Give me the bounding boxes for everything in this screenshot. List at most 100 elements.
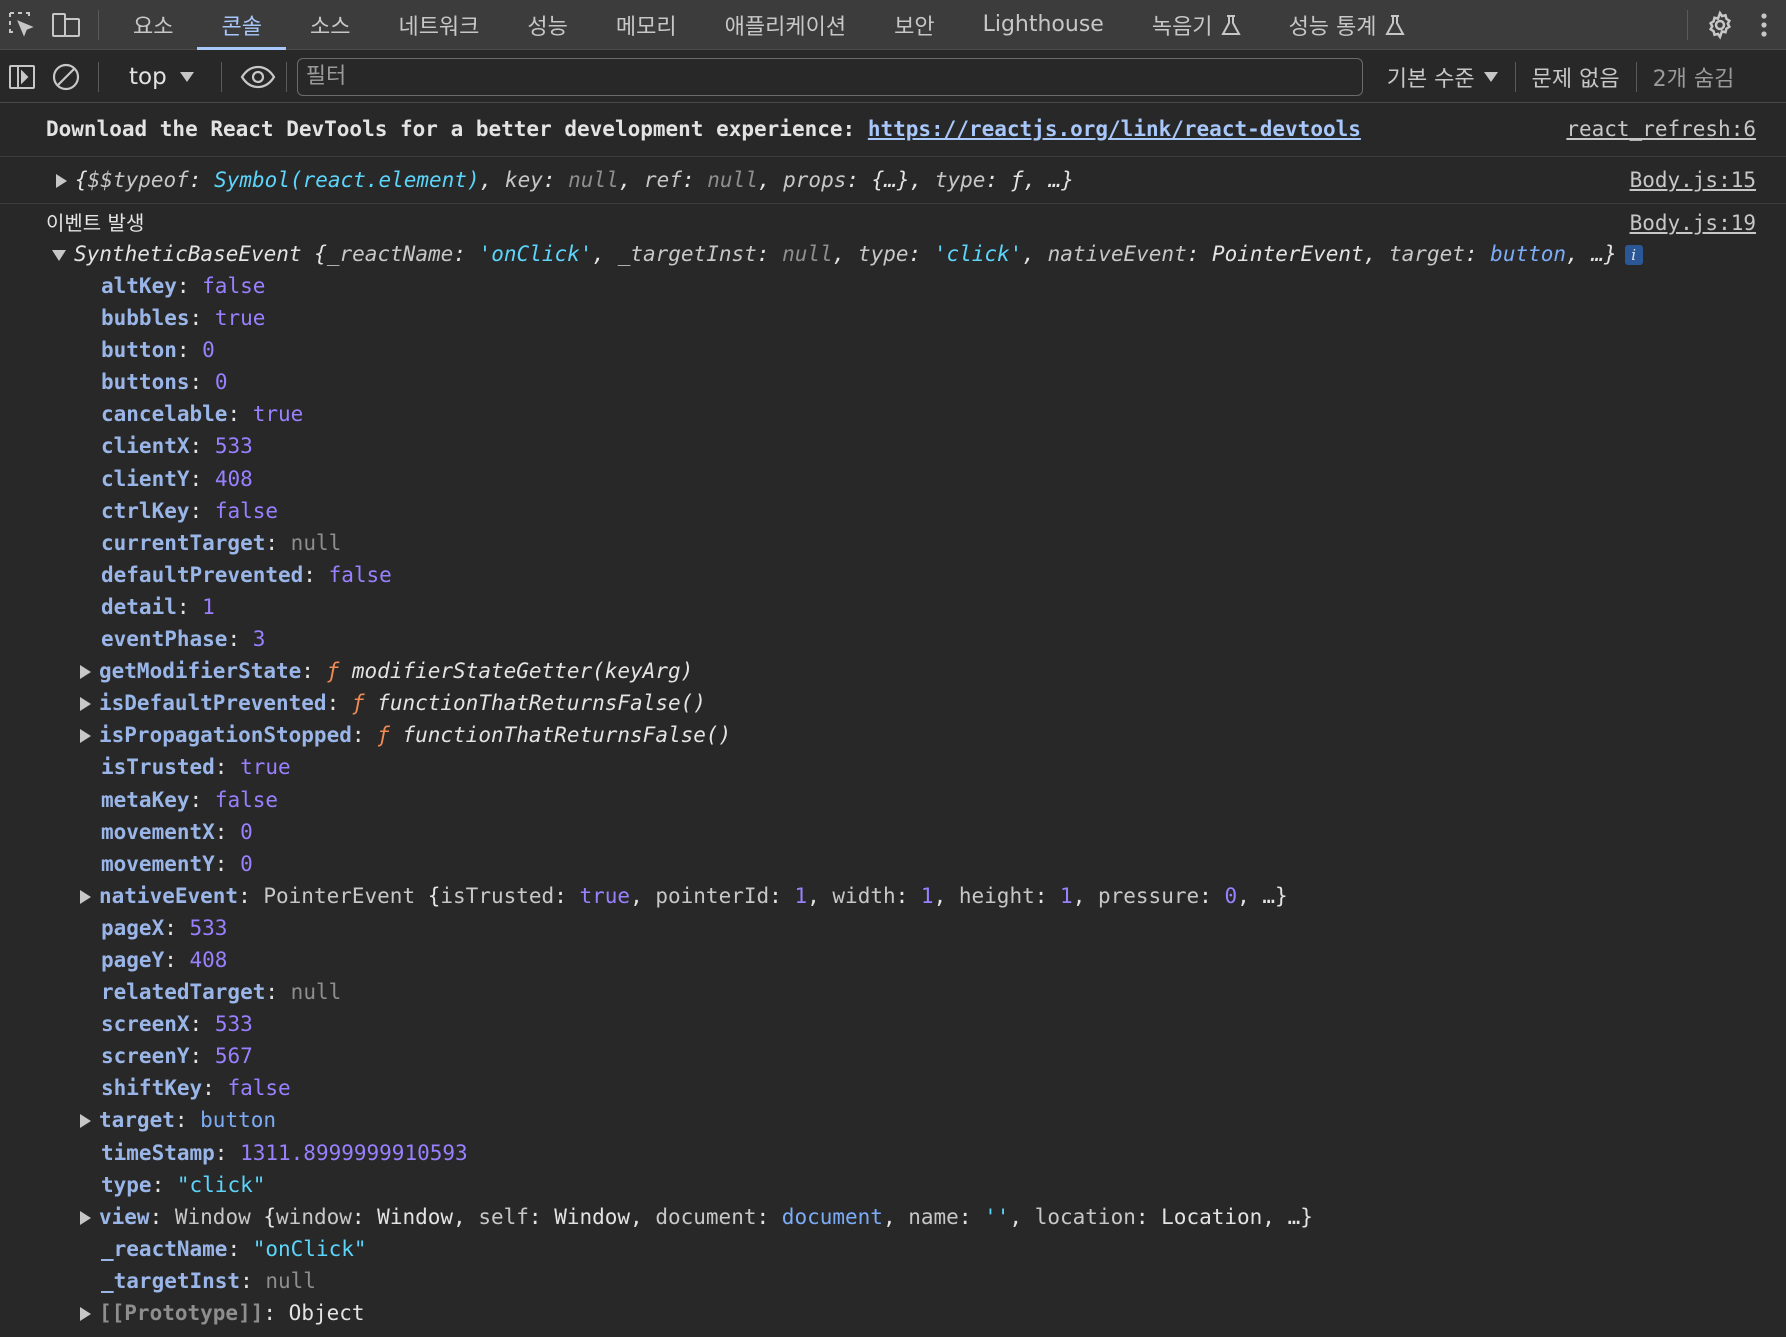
tab-1[interactable]: 콘솔	[197, 0, 287, 50]
function-glyph: ƒ	[351, 691, 378, 716]
property-value: functionThatReturnsFalse()	[402, 723, 732, 748]
property-key: nativeEvent	[99, 883, 239, 908]
tab-list: 요소 콘솔 소스 네트워크 성능 메모리 애플리케이션 보안 Lighthouse 녹음기 성능 통…	[109, 0, 1429, 50]
property-key: bubbles	[101, 306, 190, 331]
event-property-row[interactable]: view: Window {window: Window, self: Wind…	[0, 1201, 1786, 1233]
event-property-row: timeStamp: 1311.8999999910593	[101, 1140, 468, 1165]
tab-2[interactable]: 소스	[286, 0, 374, 50]
event-property-row: type: "click"	[101, 1172, 266, 1197]
tab-6[interactable]: 애플리케이션	[701, 0, 870, 50]
property-key: screenY	[101, 1044, 190, 1069]
property-value: PointerEvent	[263, 883, 416, 908]
property-key: _reactName	[101, 1236, 228, 1261]
tab-7[interactable]: 보안	[870, 0, 958, 50]
expand-arrow-icon[interactable]	[80, 889, 91, 904]
react-element-preview[interactable]: {$$typeof: Symbol(react.element), key: n…	[75, 168, 1074, 192]
event-property-row: button: 0	[101, 338, 215, 363]
event-property-row: movementX: 0	[101, 819, 253, 844]
tab-5[interactable]: 메모리	[592, 0, 701, 50]
property-key: type	[101, 1172, 152, 1197]
property-value: "onClick"	[252, 1236, 367, 1261]
tab-3[interactable]: 네트워크	[374, 0, 503, 50]
collapse-arrow-icon[interactable]	[52, 249, 66, 261]
toolbar-divider	[98, 61, 99, 92]
property-value: 0	[214, 370, 228, 395]
message-source-link[interactable]: react_refresh:6	[1566, 114, 1756, 144]
log-levels-label: 기본 수준	[1386, 66, 1475, 92]
tab-0[interactable]: 요소	[109, 0, 197, 50]
expand-arrow-icon[interactable]	[80, 1307, 91, 1321]
event-property-row[interactable]: isPropagationStopped: ƒ functionThatRetu…	[0, 719, 1786, 751]
event-property-row: defaultPrevented: false	[101, 562, 392, 587]
context-selector-label: top	[129, 63, 167, 90]
property-value: null	[265, 1268, 316, 1293]
event-property-row[interactable]: target: button	[0, 1104, 1786, 1136]
console-toolbar: top 기본 수준 문제 없음 2개 숨김	[0, 51, 1786, 103]
expand-arrow-icon[interactable]	[80, 665, 91, 680]
expand-arrow-icon[interactable]	[80, 1114, 91, 1129]
property-key: clientY	[101, 466, 190, 491]
property-value: false	[328, 562, 392, 587]
console-message-element: {$$typeof: Symbol(react.element), key: n…	[0, 157, 1786, 204]
tab-9[interactable]: 녹음기	[1128, 0, 1265, 50]
event-property-row[interactable]: isDefaultPrevented: ƒ functionThatReturn…	[0, 687, 1786, 719]
event-property-row: screenX: 533	[101, 1012, 253, 1037]
inspect-element-icon[interactable]	[0, 3, 44, 47]
event-property-row: relatedTarget: null	[101, 980, 342, 1005]
context-selector[interactable]: top	[109, 64, 211, 90]
event-property-row: bubbles: true	[101, 306, 266, 331]
message-source-link[interactable]: Body.js:15	[1630, 165, 1756, 195]
tab-8[interactable]: Lighthouse	[959, 0, 1128, 50]
expand-arrow-icon[interactable]	[80, 1210, 91, 1225]
log-levels-dropdown[interactable]: 기본 수준	[1371, 61, 1515, 93]
property-value: button	[200, 1108, 277, 1133]
property-key: pageX	[101, 915, 165, 940]
property-key: defaultPrevented	[101, 562, 304, 587]
event-property-row: movementY: 0	[101, 851, 253, 876]
tab-10[interactable]: 성능 통계	[1265, 0, 1429, 50]
property-key: getModifierState	[99, 659, 302, 684]
experiment-flask-icon	[1384, 14, 1405, 35]
property-key: screenX	[101, 1012, 190, 1037]
expand-arrow-icon[interactable]	[80, 729, 91, 744]
tab-label: 소스	[309, 14, 351, 40]
event-property-row: altKey: false	[101, 274, 266, 298]
property-key: altKey	[101, 274, 177, 298]
event-property-row: pageY: 408	[101, 947, 228, 972]
event-summary[interactable]: SyntheticBaseEvent {_reactName: 'onClick…	[0, 238, 1786, 270]
property-value: 1	[202, 594, 215, 619]
devtools-link[interactable]: https://reactjs.org/link/react-devtools	[868, 117, 1361, 141]
event-property-row[interactable]: [[Prototype]]: Object	[0, 1297, 1786, 1329]
filter-input[interactable]	[296, 57, 1363, 96]
info-icon[interactable]: i	[1624, 245, 1643, 265]
issues-button[interactable]: 문제 없음	[1516, 61, 1636, 93]
tab-label: 애플리케이션	[724, 14, 847, 40]
event-properties: altKey: false bubbles: true button: 0 butto…	[0, 270, 1786, 1329]
gear-icon[interactable]	[1698, 3, 1742, 47]
expand-arrow-icon[interactable]	[80, 697, 91, 712]
sidebar-toggle-icon[interactable]	[0, 55, 44, 99]
console-messages: Download the React DevTools for a better…	[0, 103, 1786, 1326]
event-property-row[interactable]: nativeEvent: PointerEvent {isTrusted: tr…	[0, 880, 1786, 912]
event-property-row[interactable]: getModifierState: ƒ modifierStateGetter(…	[0, 655, 1786, 687]
tab-bar-divider	[1687, 9, 1688, 40]
property-key: clientX	[101, 434, 190, 459]
chevron-down-icon	[1483, 71, 1498, 82]
tab-label: 요소	[133, 14, 174, 40]
property-key: shiftKey	[101, 1076, 203, 1101]
property-value: 567	[214, 1044, 253, 1069]
tab-4[interactable]: 성능	[503, 0, 591, 50]
property-key: currentTarget	[101, 530, 266, 555]
expand-arrow-icon[interactable]	[56, 174, 67, 188]
device-toolbar-icon[interactable]	[44, 3, 88, 47]
toolbar-divider	[285, 61, 287, 92]
kebab-menu-icon[interactable]	[1742, 3, 1786, 47]
property-value: 0	[240, 851, 253, 876]
clear-console-icon[interactable]	[44, 55, 88, 99]
event-property-row: buttons: 0	[101, 370, 228, 395]
message-source-link[interactable]: Body.js:19	[1630, 208, 1756, 238]
live-expression-eye-icon[interactable]	[232, 55, 284, 99]
property-value: false	[214, 787, 279, 812]
property-value: "click"	[176, 1172, 266, 1197]
tab-label: 보안	[894, 14, 935, 40]
